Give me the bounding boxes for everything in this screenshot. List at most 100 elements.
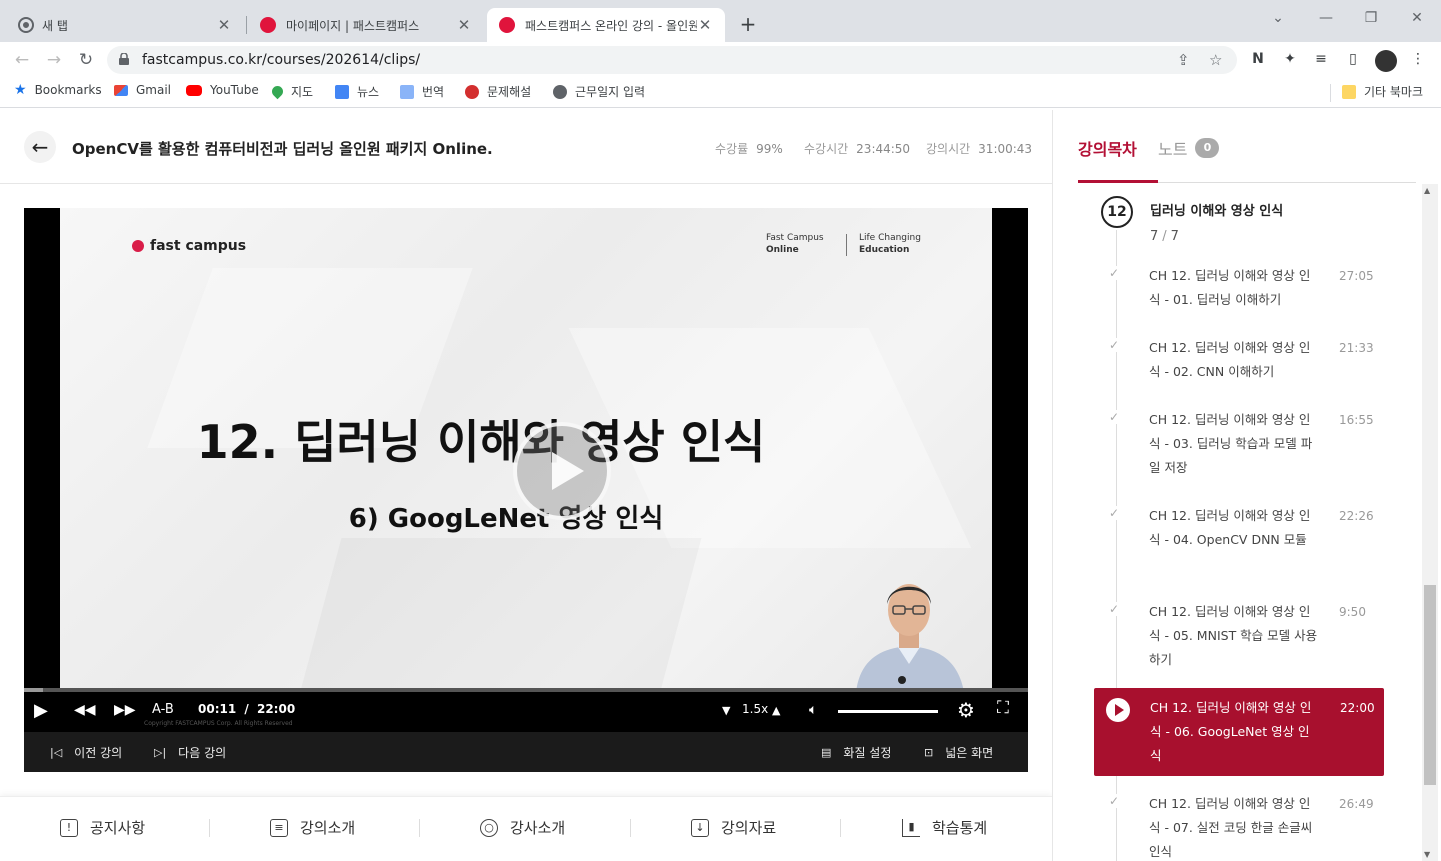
browser-tab-new[interactable]: 새 탭 ✕ xyxy=(8,8,244,42)
tab-search-icon[interactable]: ⌄ xyxy=(1268,10,1288,26)
wide-screen-icon: ⊡ xyxy=(924,746,934,759)
course-bottom-tabs: ! 공지사항 ≡ 강의소개 ○ 강사소개 ↓ 강의자료 ▮ 학습통계 xyxy=(0,796,1052,861)
close-tab-icon[interactable]: ✕ xyxy=(456,16,472,34)
fullscreen-icon[interactable]: ⛶ xyxy=(997,698,1009,718)
close-window-button[interactable]: ✕ xyxy=(1407,10,1427,26)
close-tab-icon[interactable]: ✕ xyxy=(697,16,713,34)
profile-avatar[interactable] xyxy=(1375,50,1397,72)
lesson-item[interactable]: ✓ CH 12. 딥러닝 이해와 영상 인식 - 07. 실전 코딩 한글 손글… xyxy=(1093,792,1383,861)
close-tab-icon[interactable]: ✕ xyxy=(216,16,232,34)
lesson-title: CH 12. 딥러닝 이해와 영상 인식 - 01. 딥러닝 이해하기 xyxy=(1149,268,1311,307)
lesson-item[interactable]: ✓ CH 12. 딥러닝 이해와 영상 인식 - 02. CNN 이해하기 21… xyxy=(1093,336,1383,396)
next-lecture-button[interactable]: ▷| 다음 강의 xyxy=(154,744,226,761)
volume-slider[interactable] xyxy=(838,710,938,713)
forward-arrow-icon[interactable]: → xyxy=(42,48,66,72)
letterbox-left xyxy=(24,208,60,692)
lesson-title: CH 12. 딥러닝 이해와 영상 인식 - 04. OpenCV DNN 모듈 xyxy=(1149,508,1311,547)
new-tab-button[interactable]: + xyxy=(736,12,760,36)
bookmark-other[interactable]: 기타 북마크 xyxy=(1342,83,1423,100)
play-circle-icon xyxy=(1106,698,1130,722)
course-title: OpenCV를 활용한 컴퓨터비전과 딥러닝 올인원 패키지 Online. xyxy=(72,140,493,158)
folder-icon xyxy=(1342,84,1356,99)
volume-icon[interactable]: 🔈︎ xyxy=(809,702,817,718)
bookmark-worklog[interactable]: 근무일지 입력 xyxy=(553,83,645,100)
stat-progress: 수강률 99% xyxy=(715,140,783,157)
quality-settings-button[interactable]: ▤ 화질 설정 xyxy=(821,744,891,761)
notice-icon: ! xyxy=(60,818,78,837)
tab-label: 공지사항 xyxy=(90,819,146,837)
bookmark-label: 기타 북마크 xyxy=(1364,85,1424,99)
copyright-text: Copyright FASTCAMPUS Corp. All Rights Re… xyxy=(144,720,293,727)
player-bottom-bar: |◁ 이전 강의 ▷| 다음 강의 ▤ 화질 설정 ⊡ 넓은 화면 xyxy=(24,732,1028,772)
video-player[interactable]: fast campus Fast Campus Online Life Chan… xyxy=(24,208,1028,772)
rewind-icon[interactable]: ◀◀ xyxy=(74,702,96,718)
lesson-duration: 22:00 xyxy=(1340,701,1375,715)
ab-repeat-button[interactable]: A-B xyxy=(152,702,174,717)
bookmark-label: 문제해설 xyxy=(487,85,532,99)
lesson-item[interactable]: ✓ CH 12. 딥러닝 이해와 영상 인식 - 03. 딥러닝 학습과 모델 … xyxy=(1093,408,1383,492)
video-frame[interactable]: fast campus Fast Campus Online Life Chan… xyxy=(60,208,992,692)
share-icon[interactable]: ⇪ xyxy=(1177,51,1190,69)
url-text[interactable]: fastcampus.co.kr/courses/202614/clips/ xyxy=(142,52,420,68)
stat-value: 23:44:50 xyxy=(856,142,911,156)
address-bar[interactable]: fastcampus.co.kr/courses/202614/clips/ ⇪… xyxy=(107,46,1237,74)
lesson-item-current[interactable]: CH 12. 딥러닝 이해와 영상 인식 - 06. GoogLeNet 영상 … xyxy=(1094,688,1384,776)
scrollbar-thumb[interactable] xyxy=(1424,585,1436,785)
reload-icon[interactable]: ↻ xyxy=(74,48,98,72)
notes-count-badge: 0 xyxy=(1195,138,1220,158)
wide-screen-button[interactable]: ⊡ 넓은 화면 xyxy=(924,744,993,761)
fast-forward-icon[interactable]: ▶▶ xyxy=(114,702,136,718)
background-facet xyxy=(299,538,702,692)
bookmark-translate[interactable]: 번역 xyxy=(400,83,444,100)
tab-course-intro[interactable]: ≡ 강의소개 xyxy=(270,817,355,838)
lesson-duration: 26:49 xyxy=(1339,797,1374,811)
lesson-item[interactable]: ✓ CH 12. 딥러닝 이해와 영상 인식 - 01. 딥러닝 이해하기 27… xyxy=(1093,264,1383,324)
bookmark-news[interactable]: 뉴스 xyxy=(335,83,379,100)
reading-list-icon[interactable]: ≡ xyxy=(1311,51,1331,67)
tab-notes[interactable]: 노트 0 xyxy=(1158,136,1220,160)
lesson-item[interactable]: ✓ CH 12. 딥러닝 이해와 영상 인식 - 04. OpenCV DNN … xyxy=(1093,504,1383,588)
browser-tab-course[interactable]: 패스트캠퍼스 온라인 강의 - 올인원 ✕ xyxy=(487,8,725,42)
settings-gear-icon[interactable]: ⚙ xyxy=(957,698,975,722)
back-button[interactable]: ← xyxy=(24,131,56,163)
tab-notice[interactable]: ! 공지사항 xyxy=(60,817,145,838)
extension-n-icon[interactable]: N xyxy=(1248,51,1268,67)
stat-value: 31:00:43 xyxy=(978,142,1033,156)
speed-down-icon[interactable]: ▼ xyxy=(722,704,730,717)
speed-up-icon[interactable]: ▲ xyxy=(772,704,780,717)
fastcampus-icon xyxy=(132,240,144,252)
tab-materials[interactable]: ↓ 강의자료 xyxy=(691,817,776,838)
big-play-button[interactable] xyxy=(513,422,611,520)
chapter-title[interactable]: 딥러닝 이해와 영상 인식 xyxy=(1150,200,1283,219)
tab-statistics[interactable]: ▮ 학습통계 xyxy=(902,817,987,838)
prev-lecture-button[interactable]: |◁ 이전 강의 xyxy=(50,744,122,761)
tab-title: 마이페이지 | 패스트캠퍼스 xyxy=(286,18,420,33)
playback-speed: 1.5x xyxy=(742,702,769,716)
play-icon[interactable]: ▶ xyxy=(34,700,48,721)
bookmark-maps[interactable]: 지도 xyxy=(269,83,313,100)
menu-kebab-icon[interactable]: ⋮ xyxy=(1408,51,1428,67)
restore-button[interactable]: ❐ xyxy=(1361,10,1381,26)
browser-tab-mypage[interactable]: 마이페이지 | 패스트캠퍼스 ✕ xyxy=(248,8,484,42)
scroll-up-icon[interactable]: ▲ xyxy=(1424,186,1430,195)
bookmarks-bar: ★ Bookmarks Gmail YouTube 지도 뉴스 번역 문제해설 … xyxy=(0,78,1441,108)
globe-icon xyxy=(553,84,567,99)
side-panel-icon[interactable]: ▯ xyxy=(1343,51,1363,67)
tab-title: 새 탭 xyxy=(42,18,68,33)
bookmark-label: 뉴스 xyxy=(357,85,380,99)
maps-icon xyxy=(269,83,286,100)
minimize-button[interactable]: — xyxy=(1316,10,1336,26)
tab-table-of-contents[interactable]: 강의목차 xyxy=(1078,136,1137,160)
tab-instructor[interactable]: ○ 강사소개 xyxy=(480,817,565,838)
bookmark-bookmarks[interactable]: ★ Bookmarks xyxy=(14,83,102,97)
scroll-down-icon[interactable]: ▼ xyxy=(1424,850,1430,859)
bookmark-youtube[interactable]: YouTube xyxy=(186,83,259,97)
bookmark-solutions[interactable]: 문제해설 xyxy=(465,83,531,100)
prev-lecture-label: 이전 강의 xyxy=(74,746,123,760)
check-icon: ✓ xyxy=(1109,410,1120,424)
extensions-puzzle-icon[interactable]: ✦ xyxy=(1280,51,1300,67)
back-arrow-icon[interactable]: ← xyxy=(10,48,34,72)
bookmark-star-icon[interactable]: ☆ xyxy=(1209,51,1222,69)
lesson-item[interactable]: ✓ CH 12. 딥러닝 이해와 영상 인식 - 05. MNIST 학습 모델… xyxy=(1093,600,1383,684)
bookmark-gmail[interactable]: Gmail xyxy=(114,83,171,97)
